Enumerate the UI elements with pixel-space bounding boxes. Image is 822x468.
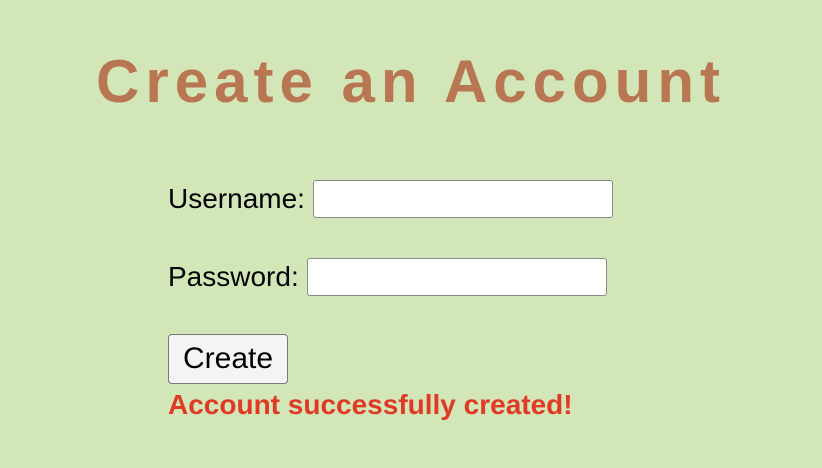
page: { "page": { "title": "Create an Account"… xyxy=(0,0,822,468)
username-input[interactable] xyxy=(312,180,613,218)
status-message: Account successfully created! xyxy=(168,389,573,420)
create-account-form: Username: Password: xyxy=(168,178,613,298)
username-label: Username: xyxy=(168,183,305,214)
password-row: Password: xyxy=(168,256,613,298)
password-input[interactable] xyxy=(306,258,607,296)
create-button[interactable]: Create xyxy=(168,334,289,384)
password-label: Password: xyxy=(168,261,299,292)
page-title: Create an Account xyxy=(96,48,726,115)
username-row: Username: xyxy=(168,178,613,220)
